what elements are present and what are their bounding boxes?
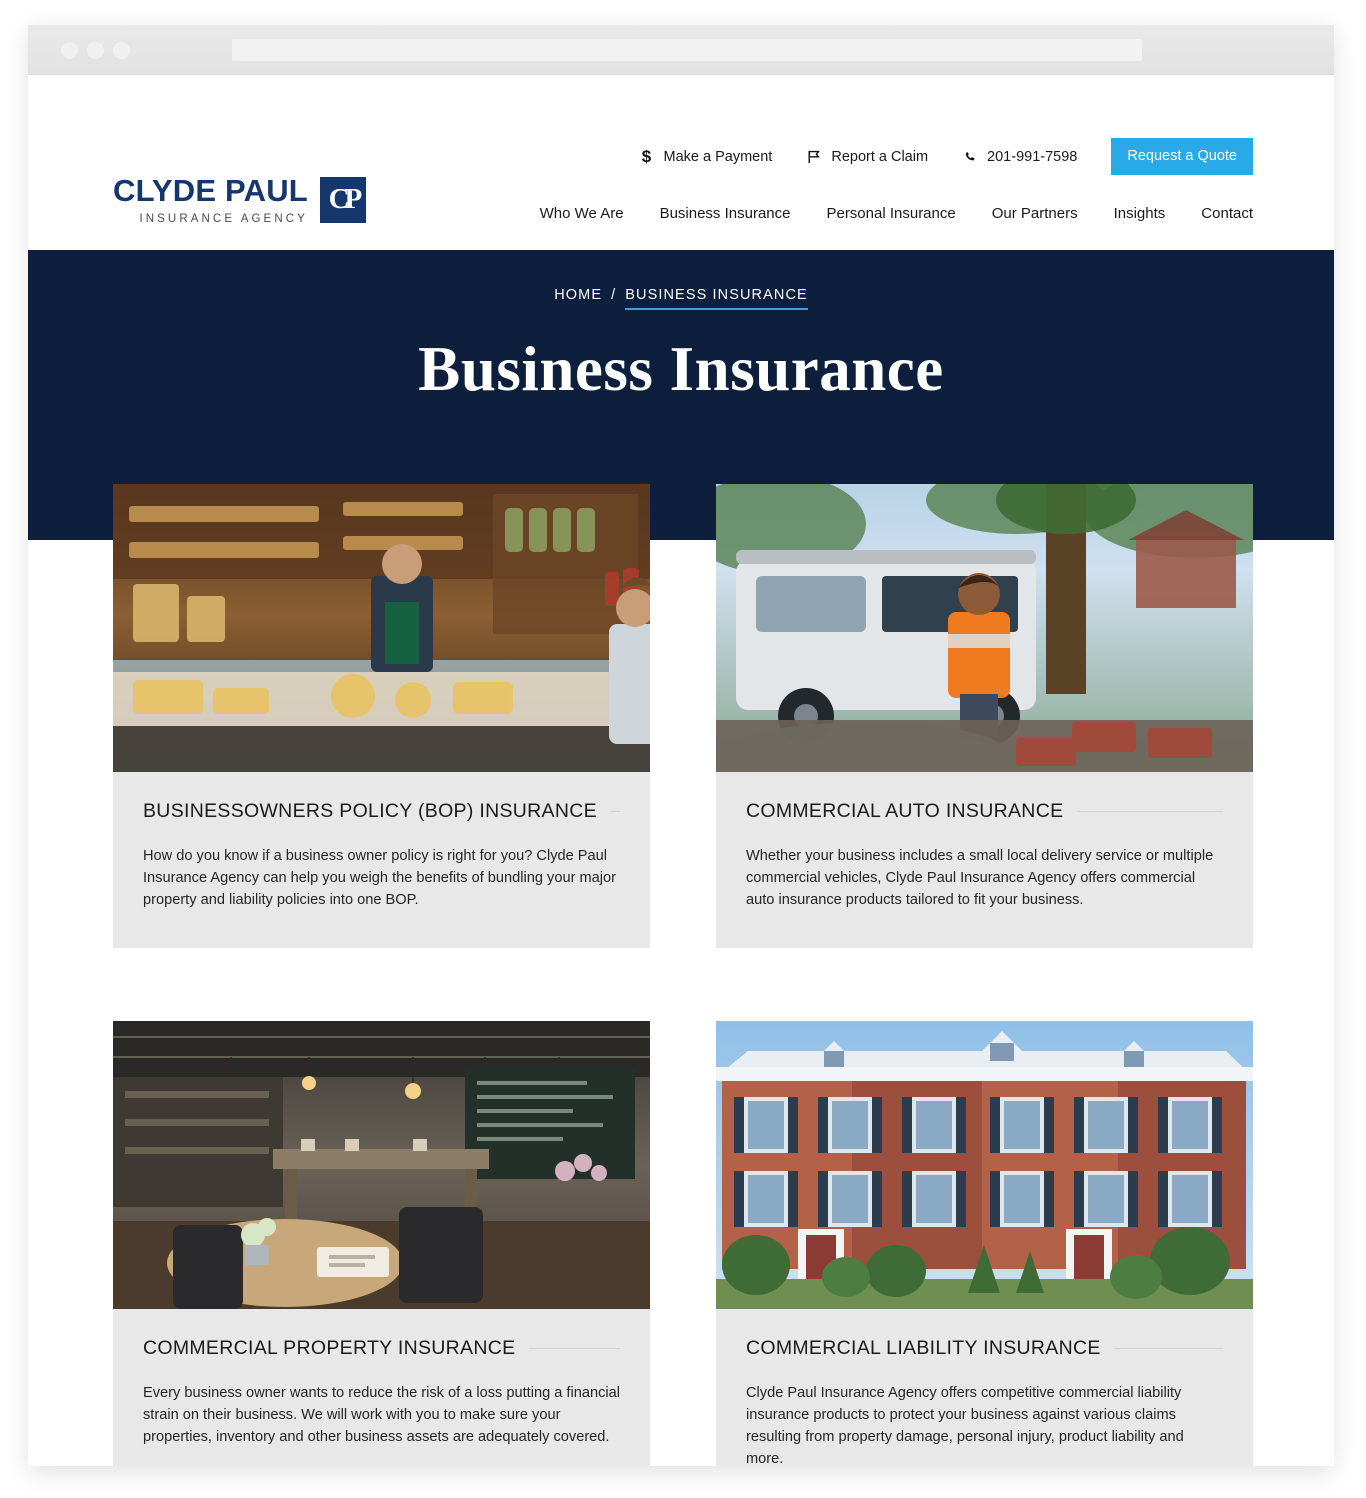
nav-item-our-partners[interactable]: Our Partners [992, 197, 1078, 255]
report-a-claim-link[interactable]: Report a Claim [806, 148, 928, 166]
card-description: Clyde Paul Insurance Agency offers compe… [746, 1384, 1184, 1466]
dollar-icon: $ [641, 147, 652, 166]
phone-icon [962, 148, 978, 166]
card-header: BUSINESSOWNERS POLICY (BOP) INSURANCE [143, 800, 620, 823]
site-logo[interactable]: CLYDE PAUL INSURANCE AGENCY CP [113, 173, 366, 225]
card-body: COMMERCIAL PROPERTY INSURANCE Every busi… [113, 1309, 650, 1466]
phone-number-link[interactable]: 201-991-7598 [962, 148, 1077, 166]
card-description: Whether your business includes a small l… [746, 848, 1214, 909]
card-header: COMMERCIAL AUTO INSURANCE [746, 800, 1223, 823]
card-title: BUSINESSOWNERS POLICY (BOP) INSURANCE [143, 800, 597, 822]
request-a-quote-button[interactable]: Request a Quote [1111, 138, 1253, 175]
nav-item-contact[interactable]: Contact [1201, 197, 1253, 255]
card-body: BUSINESSOWNERS POLICY (BOP) INSURANCE Ho… [113, 772, 650, 948]
nav-item-insights[interactable]: Insights [1114, 197, 1166, 255]
make-a-payment-label: Make a Payment [663, 148, 773, 165]
address-bar[interactable] [232, 39, 1142, 61]
breadcrumb-current-page: BUSINESS INSURANCE [625, 287, 808, 310]
card-title: COMMERCIAL LIABILITY INSURANCE [746, 1336, 1101, 1359]
main-navigation: Who We Are Business Insurance Personal I… [540, 197, 1253, 274]
maximize-window-button[interactable] [113, 42, 130, 59]
page-viewport: $ Make a Payment Report a Claim 201-991-… [28, 75, 1334, 1466]
card-header: COMMERCIAL LIABILITY INSURANCE [746, 1337, 1223, 1360]
card-title: COMMERCIAL PROPERTY INSURANCE [143, 1336, 516, 1359]
logo-monogram-icon: CP [319, 176, 366, 223]
card-title-rule [610, 811, 620, 812]
card-body: COMMERCIAL LIABILITY INSURANCE Clyde Pau… [716, 1309, 1253, 1466]
card-image-townhouses [716, 1020, 1253, 1309]
breadcrumb: HOME / BUSINESS INSURANCE [28, 287, 1334, 310]
page-title: Business Insurance [418, 334, 944, 404]
card-image-van-worker [716, 484, 1253, 772]
browser-window: $ Make a Payment Report a Claim 201-991-… [28, 25, 1334, 1466]
card-header: COMMERCIAL PROPERTY INSURANCE [143, 1337, 620, 1360]
flag-icon [806, 148, 822, 166]
nav-item-who-we-are[interactable]: Who We Are [540, 197, 624, 255]
nav-item-personal-insurance[interactable]: Personal Insurance [826, 197, 955, 255]
report-a-claim-label: Report a Claim [831, 148, 929, 165]
card-description: Every business owner wants to reduce the… [143, 1384, 620, 1445]
card-title: COMMERCIAL AUTO INSURANCE [746, 800, 1064, 822]
card-commercial-auto[interactable]: COMMERCIAL AUTO INSURANCE Whether your b… [716, 484, 1253, 948]
make-a-payment-link[interactable]: $ Make a Payment [639, 148, 773, 166]
logo-text: CLYDE PAUL INSURANCE AGENCY [113, 173, 308, 225]
minimize-window-button[interactable] [87, 42, 104, 59]
nav-item-business-insurance[interactable]: Business Insurance [642, 197, 808, 274]
card-image-cheese-shop [113, 484, 650, 772]
phone-number-label: 201-991-7598 [987, 148, 1078, 165]
logo-monogram-text: CP [328, 183, 363, 216]
insurance-card-grid: BUSINESSOWNERS POLICY (BOP) INSURANCE Ho… [113, 484, 1253, 1466]
card-title-rule [1114, 1347, 1223, 1349]
logo-subtitle: INSURANCE AGENCY [139, 212, 308, 225]
logo-name: CLYDE PAUL [113, 173, 308, 208]
card-commercial-liability[interactable]: COMMERCIAL LIABILITY INSURANCE Clyde Pau… [716, 1020, 1253, 1466]
card-description: How do you know if a business owner poli… [143, 848, 616, 909]
utility-bar: $ Make a Payment Report a Claim 201-991-… [639, 138, 1253, 175]
card-commercial-property[interactable]: COMMERCIAL PROPERTY INSURANCE Every busi… [113, 1020, 650, 1466]
card-title-rule [1077, 811, 1223, 812]
card-title-rule [529, 1347, 620, 1349]
traffic-lights [61, 42, 130, 59]
card-image-restaurant-interior [113, 1020, 650, 1309]
breadcrumb-separator: / [611, 287, 617, 303]
breadcrumb-home-link[interactable]: HOME [554, 287, 602, 303]
card-businessowners-policy[interactable]: BUSINESSOWNERS POLICY (BOP) INSURANCE Ho… [113, 484, 650, 948]
browser-chrome [28, 25, 1334, 75]
card-body: COMMERCIAL AUTO INSURANCE Whether your b… [716, 772, 1253, 948]
close-window-button[interactable] [61, 42, 78, 59]
